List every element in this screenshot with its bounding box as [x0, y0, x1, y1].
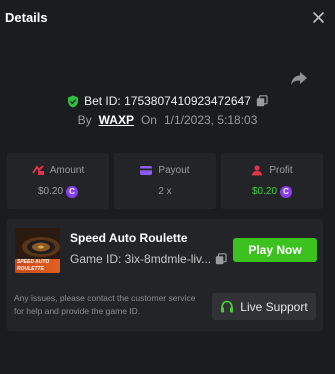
amount-icon [31, 165, 44, 175]
profit-user-icon [251, 164, 263, 176]
payout-card-icon [140, 166, 153, 175]
stat-value: 2 x [158, 186, 172, 197]
stat-label: Amount [49, 164, 85, 176]
bet-id: Bet ID: 1753807410923472647 [84, 94, 251, 108]
game-title: Speed Auto Roulette [70, 231, 188, 245]
stats-row: Amount $0.20 C Payout 2 x Profit $0.20 C [7, 153, 323, 209]
by-prefix: By [77, 113, 92, 127]
bet-id-row: Bet ID: 1753807410923472647 [0, 92, 335, 110]
shield-icon [67, 95, 79, 108]
live-support-button[interactable]: Live Support [212, 293, 316, 320]
share-icon[interactable] [290, 70, 308, 86]
stat-profit: Profit $0.20 C [221, 153, 323, 209]
currency-coin-icon: C [280, 185, 293, 198]
username-link[interactable]: WAXP [99, 113, 134, 127]
details-header: Details [0, 0, 335, 34]
stat-value: $0.20 [251, 186, 278, 197]
copy-icon[interactable] [215, 253, 227, 265]
copy-icon[interactable] [256, 95, 268, 107]
stat-payout: Payout 2 x [114, 153, 216, 209]
game-thumbnail[interactable]: SPEED AUTO ROULETTE [15, 228, 60, 273]
game-card: SPEED AUTO ROULETTE Speed Auto Roulette … [7, 219, 323, 331]
game-id: Game ID: 3ix-8mdmle-liv... [70, 252, 212, 266]
play-now-button[interactable]: Play Now [233, 238, 317, 262]
stat-value: $0.20 [37, 186, 64, 197]
stat-amount: Amount $0.20 C [7, 153, 109, 209]
by-row: By WAXP On 1/1/2023, 5:18:03 [0, 111, 335, 129]
support-label: Live Support [240, 299, 308, 314]
page-title: Details [5, 9, 48, 25]
currency-coin-icon: C [66, 185, 79, 198]
headset-icon [220, 300, 234, 314]
close-icon[interactable] [311, 10, 325, 24]
stat-label: Payout [158, 165, 190, 176]
game-id-row: Game ID: 3ix-8mdmle-liv... [70, 252, 227, 266]
thumbnail-label: SPEED AUTO ROULETTE [15, 259, 60, 273]
bet-datetime: 1/1/2023, 5:18:03 [163, 113, 258, 127]
help-text: Any issues, please contact the customer … [14, 293, 196, 316]
on-prefix: On [140, 113, 157, 127]
stat-label: Profit [269, 164, 293, 176]
